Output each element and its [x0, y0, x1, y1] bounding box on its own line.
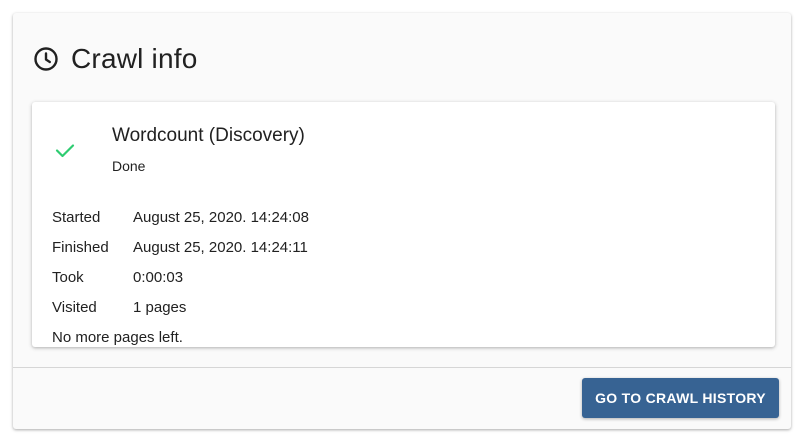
pages-note: No more pages left. — [52, 328, 183, 346]
detail-label: Finished — [52, 238, 109, 256]
checkmark-icon — [54, 139, 76, 161]
page-title: Crawl info — [71, 43, 198, 74]
detail-row-started: Started August 25, 2020. 14:24:08 — [52, 202, 309, 232]
detail-label: Started — [52, 208, 101, 226]
detail-row-finished: Finished August 25, 2020. 14:24:11 — [52, 232, 309, 262]
go-to-crawl-history-button[interactable]: GO TO CRAWL HISTORY — [582, 378, 779, 418]
job-title: Wordcount (Discovery) — [112, 125, 305, 146]
clock-icon — [33, 46, 59, 72]
job-status: Done — [112, 158, 146, 174]
detail-row-took: Took 0:00:03 — [52, 262, 309, 292]
detail-value: August 25, 2020. 14:24:11 — [133, 238, 308, 256]
crawl-details: Started August 25, 2020. 14:24:08 Finish… — [52, 202, 309, 352]
detail-label: Took — [52, 268, 84, 286]
detail-value: August 25, 2020. 14:24:08 — [133, 208, 309, 226]
crawl-job-card: Wordcount (Discovery) Done Started Augus… — [32, 102, 775, 347]
divider — [13, 367, 791, 368]
detail-row-visited: Visited 1 pages — [52, 292, 309, 322]
detail-value: 1 pages — [133, 298, 187, 316]
detail-label: Visited — [52, 298, 97, 316]
card-header: Crawl info — [33, 39, 197, 79]
detail-value: 0:00:03 — [133, 268, 184, 286]
crawl-info-card: Crawl info Wordcount (Discovery) Done St… — [13, 13, 791, 429]
